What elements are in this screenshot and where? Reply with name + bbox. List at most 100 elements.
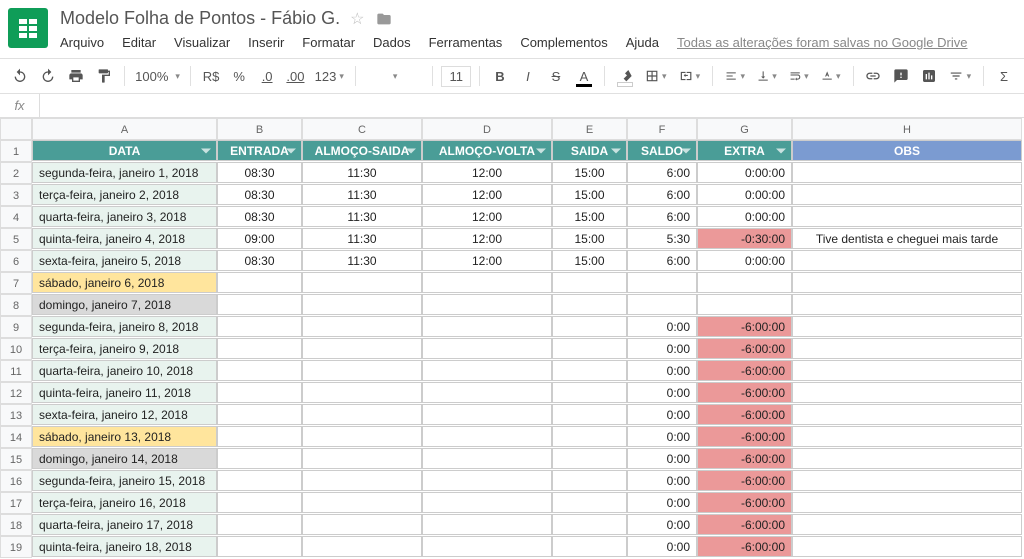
cell[interactable] bbox=[217, 426, 302, 447]
paint-format-button[interactable] bbox=[92, 63, 116, 89]
cell[interactable] bbox=[302, 272, 422, 293]
row-header[interactable]: 6 bbox=[0, 250, 32, 272]
row-header[interactable]: 8 bbox=[0, 294, 32, 316]
cell[interactable]: -6:00:00 bbox=[697, 360, 792, 381]
cell[interactable] bbox=[627, 272, 697, 293]
col-header-f[interactable]: F bbox=[627, 118, 697, 140]
text-color-button[interactable]: A bbox=[572, 63, 596, 89]
row-header[interactable]: 18 bbox=[0, 514, 32, 536]
filter-icon[interactable] bbox=[406, 148, 416, 153]
menu-editar[interactable]: Editar bbox=[122, 35, 156, 50]
cell[interactable]: 0:00 bbox=[627, 492, 697, 513]
cell[interactable] bbox=[217, 272, 302, 293]
cell[interactable]: quarta-feira, janeiro 3, 2018 bbox=[32, 206, 217, 227]
col-header-c[interactable]: C bbox=[302, 118, 422, 140]
cell[interactable]: quarta-feira, janeiro 10, 2018 bbox=[32, 360, 217, 381]
cell[interactable]: -6:00:00 bbox=[697, 536, 792, 557]
cell[interactable]: 11:30 bbox=[302, 228, 422, 249]
row-header[interactable]: 3 bbox=[0, 184, 32, 206]
cell[interactable]: 15:00 bbox=[552, 228, 627, 249]
header-cell-extra[interactable]: EXTRA bbox=[697, 140, 792, 161]
cell[interactable] bbox=[792, 536, 1022, 557]
cell[interactable] bbox=[302, 316, 422, 337]
print-button[interactable] bbox=[64, 63, 88, 89]
cell[interactable]: 6:00 bbox=[627, 162, 697, 183]
cell[interactable]: sábado, janeiro 6, 2018 bbox=[32, 272, 217, 293]
cell[interactable]: -6:00:00 bbox=[697, 382, 792, 403]
row-header[interactable]: 19 bbox=[0, 536, 32, 558]
cell[interactable] bbox=[422, 492, 552, 513]
cell[interactable]: sábado, janeiro 13, 2018 bbox=[32, 426, 217, 447]
cell[interactable]: -6:00:00 bbox=[697, 316, 792, 337]
cell[interactable]: 5:30 bbox=[627, 228, 697, 249]
cell[interactable] bbox=[217, 492, 302, 513]
cell[interactable] bbox=[422, 448, 552, 469]
cell[interactable] bbox=[792, 184, 1022, 205]
cell[interactable] bbox=[792, 250, 1022, 271]
cell[interactable] bbox=[552, 426, 627, 447]
cell[interactable] bbox=[422, 514, 552, 535]
header-cell-saldo[interactable]: SALDO bbox=[627, 140, 697, 161]
cell[interactable] bbox=[422, 470, 552, 491]
cell[interactable] bbox=[302, 294, 422, 315]
row-header[interactable]: 14 bbox=[0, 426, 32, 448]
cell[interactable]: quinta-feira, janeiro 11, 2018 bbox=[32, 382, 217, 403]
cell[interactable]: 0:00 bbox=[627, 338, 697, 359]
undo-button[interactable] bbox=[8, 63, 32, 89]
cell[interactable]: 08:30 bbox=[217, 184, 302, 205]
filter-icon[interactable] bbox=[611, 148, 621, 153]
cell[interactable] bbox=[792, 272, 1022, 293]
cell[interactable] bbox=[552, 514, 627, 535]
cell[interactable] bbox=[552, 404, 627, 425]
functions-button[interactable]: Σ bbox=[992, 63, 1016, 89]
cell[interactable] bbox=[792, 492, 1022, 513]
cell[interactable]: 15:00 bbox=[552, 162, 627, 183]
cell[interactable] bbox=[552, 338, 627, 359]
cell[interactable]: 12:00 bbox=[422, 162, 552, 183]
menu-visualizar[interactable]: Visualizar bbox=[174, 35, 230, 50]
cell[interactable]: 6:00 bbox=[627, 184, 697, 205]
cell[interactable] bbox=[302, 448, 422, 469]
cell[interactable] bbox=[422, 338, 552, 359]
cell[interactable]: -6:00:00 bbox=[697, 448, 792, 469]
menu-complementos[interactable]: Complementos bbox=[520, 35, 607, 50]
cell[interactable] bbox=[422, 536, 552, 557]
cell[interactable] bbox=[792, 294, 1022, 315]
cell[interactable] bbox=[422, 360, 552, 381]
row-header[interactable]: 1 bbox=[0, 140, 32, 162]
cell[interactable] bbox=[627, 294, 697, 315]
cell[interactable] bbox=[552, 492, 627, 513]
cell[interactable]: 0:00 bbox=[627, 448, 697, 469]
borders-button[interactable] bbox=[641, 63, 671, 89]
col-header-a[interactable]: A bbox=[32, 118, 217, 140]
menu-dados[interactable]: Dados bbox=[373, 35, 411, 50]
filter-icon[interactable] bbox=[536, 148, 546, 153]
cell[interactable]: 0:00:00 bbox=[697, 250, 792, 271]
cell[interactable]: 0:00 bbox=[627, 382, 697, 403]
vertical-align-button[interactable] bbox=[753, 63, 781, 89]
cell[interactable]: 11:30 bbox=[302, 184, 422, 205]
cell[interactable]: domingo, janeiro 7, 2018 bbox=[32, 294, 217, 315]
currency-button[interactable]: R$ bbox=[199, 63, 223, 89]
cell[interactable]: 0:00:00 bbox=[697, 206, 792, 227]
increase-decimal-button[interactable]: .00 bbox=[283, 63, 308, 89]
cell[interactable]: sexta-feira, janeiro 5, 2018 bbox=[32, 250, 217, 271]
header-cell-almoco-saida[interactable]: ALMOÇO-SAIDA bbox=[302, 140, 422, 161]
cell[interactable] bbox=[552, 470, 627, 491]
cell[interactable]: -6:00:00 bbox=[697, 514, 792, 535]
select-all-corner[interactable] bbox=[0, 118, 32, 140]
cell[interactable] bbox=[792, 514, 1022, 535]
text-rotation-button[interactable] bbox=[817, 63, 845, 89]
fill-color-button[interactable] bbox=[613, 63, 637, 89]
cell[interactable]: 11:30 bbox=[302, 162, 422, 183]
row-header[interactable]: 13 bbox=[0, 404, 32, 426]
font-family-select[interactable] bbox=[364, 63, 424, 89]
col-header-e[interactable]: E bbox=[552, 118, 627, 140]
cell[interactable]: -6:00:00 bbox=[697, 470, 792, 491]
zoom-select[interactable]: 100% bbox=[133, 63, 182, 89]
menu-ajuda[interactable]: Ajuda bbox=[626, 35, 659, 50]
row-header[interactable]: 16 bbox=[0, 470, 32, 492]
filter-icon[interactable] bbox=[681, 148, 691, 153]
cell[interactable] bbox=[302, 404, 422, 425]
cell[interactable]: 11:30 bbox=[302, 206, 422, 227]
